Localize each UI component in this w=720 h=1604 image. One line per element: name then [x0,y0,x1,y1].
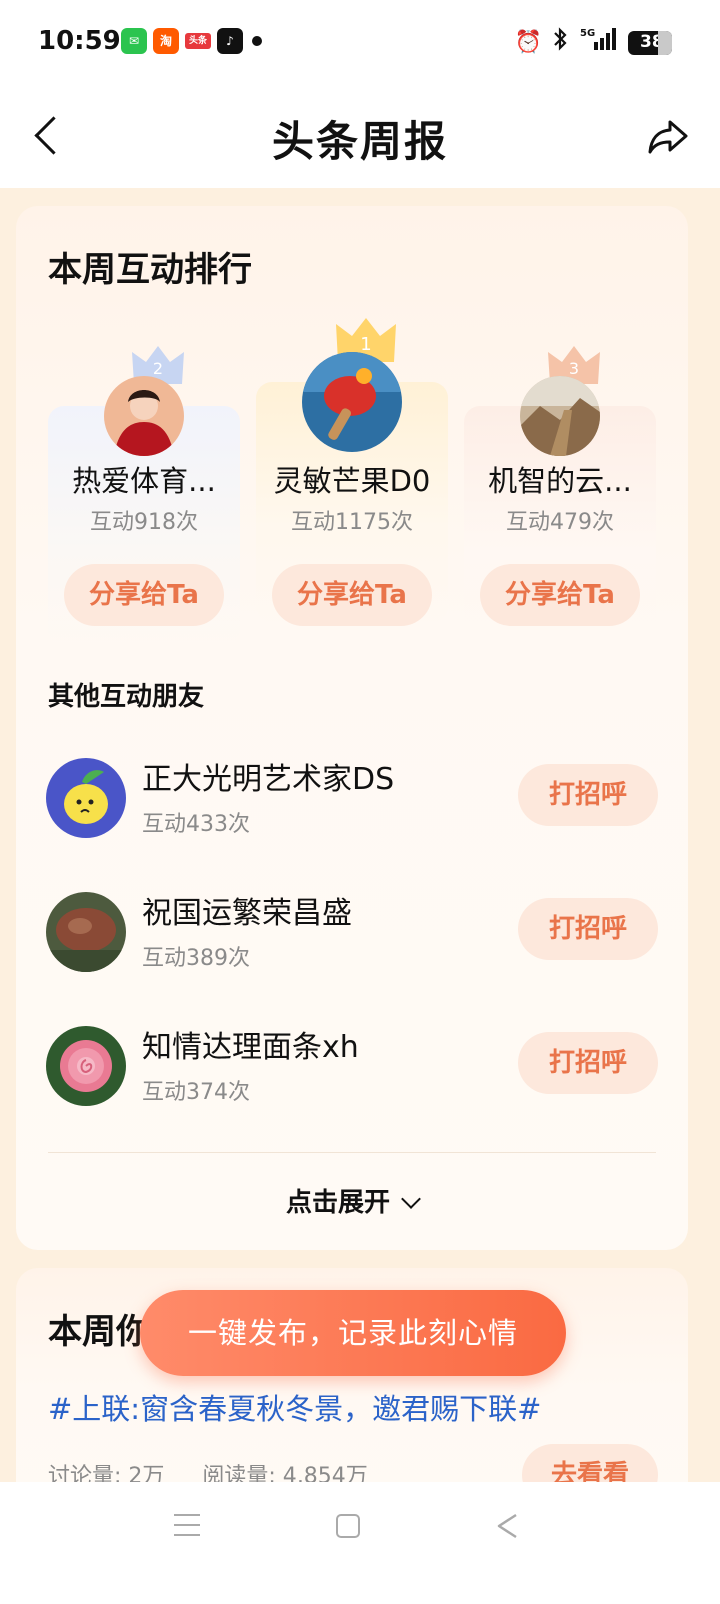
ranking-card: 本周互动排行 2 热爱体育... 互动918次 分享给Ta 1 灵敏芒果D0 互… [16,206,688,1250]
svg-text:3: 3 [569,359,579,378]
header: 头条周报 [0,84,720,188]
friend-count: 互动389次 [142,946,250,971]
menu-icon[interactable] [174,1514,200,1538]
avatar-rank-3[interactable] [520,376,600,456]
status-time: 10:59 [38,26,121,56]
list-item[interactable]: 知情达理面条xh 互动374次 打招呼 [16,1020,688,1116]
rank-2-name[interactable]: 热爱体育... [44,458,244,500]
greet-button[interactable]: 打招呼 [518,764,658,826]
alarm-icon: ⏰ [514,29,542,55]
others-title: 其他互动朋友 [48,682,205,712]
rank-3-name[interactable]: 机智的云... [460,458,660,500]
friend-avatar[interactable] [46,758,126,838]
divider [48,1152,656,1153]
back-triangle-icon[interactable] [494,1512,522,1540]
bluetooth-icon [552,26,568,59]
topic-card-title: 本周你 [48,1312,150,1352]
topic-link[interactable]: #上联:窗含春夏秋冬景，邀君赐下联# [48,1386,541,1428]
rank-2-share-button[interactable]: 分享给Ta [64,564,224,626]
system-nav-bar [0,1482,720,1604]
friend-avatar[interactable] [46,1026,126,1106]
list-item[interactable]: 正大光明艺术家DS 互动433次 打招呼 [16,752,688,848]
rank-1-name[interactable]: 灵敏芒果D0 [252,458,452,500]
battery-level: 38 [640,31,664,52]
taobao-icon: 淘 [153,28,179,54]
friend-name: 知情达理面条xh [142,1030,359,1065]
avatar-rank-1[interactable] [302,352,402,452]
share-icon [648,120,688,154]
expand-button[interactable]: 点击展开 [16,1182,688,1219]
chevron-down-icon [401,1189,421,1209]
toutiao-icon: 头条 [185,33,211,49]
friend-count: 互动433次 [142,812,250,837]
signal-icon: 5G [578,26,618,59]
rank-1-count: 互动1175次 [291,510,413,535]
network-type: 5G [580,28,595,39]
svg-text:2: 2 [153,359,163,378]
list-item[interactable]: 祝国运繁荣昌盛 互动389次 打招呼 [16,886,688,982]
rank-3-share-button[interactable]: 分享给Ta [480,564,640,626]
rank-2-count: 互动918次 [90,510,198,535]
greet-button[interactable]: 打招呼 [518,898,658,960]
svg-text:1: 1 [360,334,371,355]
expand-label: 点击展开 [285,1188,390,1218]
status-bar: 10:59 ✉ 淘 头条 ♪ ⏰ 5G 38 [0,0,720,84]
share-button[interactable] [644,112,692,160]
friend-name: 正大光明艺术家DS [142,762,395,797]
quick-publish-button[interactable]: 一键发布，记录此刻心情 [140,1290,566,1376]
page-title: 头条周报 [271,117,448,166]
tiktok-icon: ♪ [217,28,243,54]
rank-1-share-button[interactable]: 分享给Ta [272,564,432,626]
friend-name: 祝国运繁荣昌盛 [142,896,352,931]
avatar-rank-2[interactable] [104,376,184,456]
ranking-title: 本周互动排行 [48,250,252,290]
home-icon[interactable] [336,1514,360,1538]
wechat-icon: ✉ [121,28,147,54]
friend-avatar[interactable] [46,892,126,972]
friend-count: 互动374次 [142,1080,250,1105]
greet-button[interactable]: 打招呼 [518,1032,658,1094]
battery-icon: 38 [628,30,672,55]
notification-dot-icon [252,36,262,46]
rank-3-count: 互动479次 [506,510,614,535]
